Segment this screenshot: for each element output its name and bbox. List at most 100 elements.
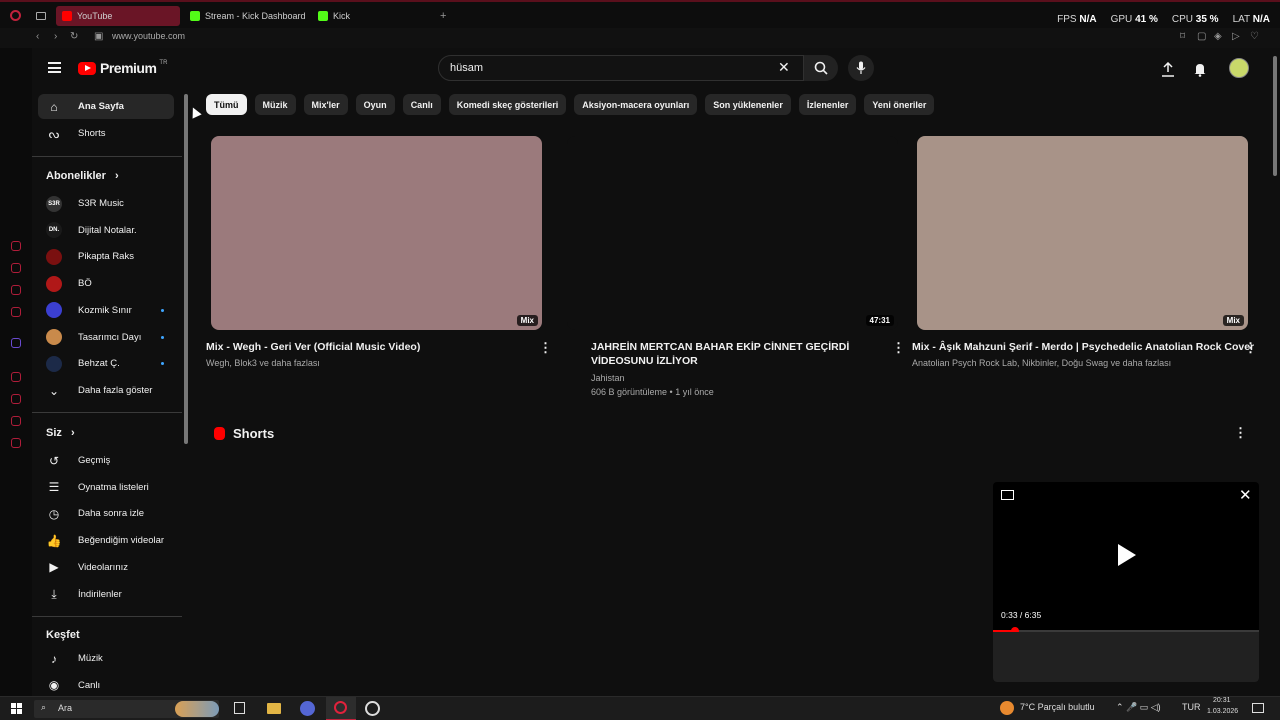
player-icon[interactable] [11,372,21,382]
tab-switcher-icon[interactable] [36,12,46,20]
video-more-icon[interactable]: ⋮ [539,341,552,354]
sidebar-subscription[interactable]: DN. Dijital Notalar. [38,218,174,243]
reload-icon[interactable]: ↻ [70,31,78,42]
windows-taskbar: ⌕ Ara 7°C Parçalı bulutlu ⌃ 🎤 ▭ ◁) TUR 2… [0,696,1280,720]
sidebar-item-playlist[interactable]: ☰ Oynatma listeleri [38,475,174,500]
video-thumbnail[interactable]: 47:31 [567,136,898,330]
clock-time[interactable]: 20:31 [1213,697,1231,704]
subscriptions-header[interactable]: Abonelikler › [46,170,119,182]
sidebar-item-shorts[interactable]: ᔓ Shorts [38,121,174,146]
snapshot-icon[interactable]: ▢ [1197,31,1206,42]
heart-icon[interactable]: ♡ [1250,31,1259,42]
sidebar-subscription[interactable]: BÖ [38,271,174,296]
bookmark-icon[interactable]: ⌑ [1180,31,1185,42]
sidebar-item-video[interactable]: ▶ Videolarınız [38,555,174,580]
search-box[interactable]: hüsam [438,55,804,81]
file-explorer-icon[interactable] [267,703,281,714]
settings-side-icon[interactable] [11,438,21,448]
play-icon[interactable]: ▷ [1232,31,1240,42]
new-tab-button[interactable]: + [440,10,446,22]
video-title[interactable]: JAHREİN MERTCAN BAHAR EKİP CİNNET GEÇİRD… [591,340,881,368]
miniplayer[interactable]: ✕ 0:33 / 6:35 [993,482,1259,682]
filter-chip[interactable]: Müzik [254,94,296,115]
video-more-icon[interactable]: ⋮ [892,341,905,354]
sidebar-subscription[interactable]: S3R S3R Music [38,191,174,216]
menu-icon[interactable] [48,62,61,73]
expand-miniplayer-icon[interactable] [1001,490,1014,500]
filter-chip[interactable]: Aksiyon-macera oyunları [574,94,698,115]
forward-icon[interactable]: › [54,31,57,42]
sidebar-item-home[interactable]: ⌂ Ana Sayfa [38,94,174,119]
filter-chip[interactable]: Canlı [402,94,441,115]
url-field[interactable]: www.youtube.com [112,31,185,41]
sidebar-divider [32,616,182,617]
sidebar-scrollbar[interactable] [184,94,188,444]
ai-icon[interactable] [11,241,21,251]
opera-gx-taskbar-icon[interactable] [326,697,356,720]
weather-text[interactable]: 7°C Parçalı bulutlu [1020,702,1095,712]
sidebar-subscription[interactable]: Behzat Ç. [38,351,174,376]
windows-start-icon[interactable] [11,703,22,714]
sidebar-item-clock[interactable]: ◷ Daha sonra izle [38,501,174,526]
video-more-icon[interactable]: ⋮ [1244,341,1257,354]
search-button[interactable] [804,55,838,81]
channel-name[interactable]: Jahistan [591,373,625,383]
twitch-icon[interactable] [11,338,21,348]
language-indicator[interactable]: TUR [1182,702,1201,712]
play-button[interactable] [1118,544,1136,566]
filter-chip[interactable]: Komedi skeç gösterileri [448,94,567,115]
show-more-button[interactable]: ⌄ Daha fazla göster [38,378,174,403]
close-miniplayer-icon[interactable]: ✕ [1239,486,1252,504]
clock-date[interactable]: 1.03.2026 [1207,708,1238,715]
filter-chip[interactable]: Yeni öneriler [864,94,935,115]
sidebar-subscription[interactable]: Tasarımcı Dayı [38,325,174,350]
video-title[interactable]: Mix - Wegh - Geri Ver (Official Music Vi… [206,340,551,354]
filter-chip[interactable]: Son yüklenenler [705,94,791,115]
notification-icon[interactable] [1252,703,1264,713]
tab-label: Kick [333,11,351,21]
account-avatar[interactable] [1229,58,1249,78]
video-thumbnail[interactable]: Mix [211,136,542,330]
history-side-icon[interactable] [11,394,21,404]
video-title[interactable]: Mix - Âşık Mahzuni Şerif - Merdo | Psych… [912,340,1257,354]
sidebar-item-download[interactable]: ⤓ İndirilenler [38,582,174,607]
downloads-side-icon[interactable] [11,416,21,426]
sidebar-item-history[interactable]: ↺ Geçmiş [38,448,174,473]
shorts-more-icon[interactable]: ⋮ [1234,426,1247,439]
sidebar-subscription[interactable]: Pikapta Raks [38,244,174,269]
video-thumbnail[interactable]: Mix [917,136,1248,330]
messenger-icon[interactable] [11,263,21,273]
youtube-premium-logo[interactable]: Premium TR [78,60,167,76]
channel-name[interactable]: Anatolian Psych Rock Lab, Nikbinler, Doğ… [912,358,1171,368]
search-input[interactable]: hüsam [450,62,483,74]
shield-icon[interactable]: ◈ [1214,31,1222,42]
back-icon[interactable]: ‹ [36,31,39,42]
sidebar-item-music[interactable]: ♪ Müzik [38,646,174,671]
system-tray-icons[interactable]: ⌃ 🎤 ▭ ◁) [1116,702,1161,713]
opera-logo-icon[interactable] [10,10,21,21]
page-scrollbar[interactable] [1270,48,1280,696]
sidebar-subscription[interactable]: Kozmik Sınır [38,298,174,323]
sidebar-item-like[interactable]: 👍 Beğendiğim videolar [38,528,174,553]
tab-youtube[interactable]: YouTube [56,6,180,26]
tab-kick-dashboard[interactable]: Stream - Kick Dashboard [184,6,308,26]
filter-chip[interactable]: İzlenenler [798,94,857,115]
explore-header[interactable]: Keşfet [46,629,80,641]
you-header[interactable]: Siz › [46,427,75,439]
voice-search-button[interactable] [848,55,874,81]
task-view-icon[interactable] [234,702,245,714]
filter-chip[interactable]: Oyun [355,94,395,115]
app-icon[interactable] [300,701,315,716]
channel-name[interactable]: Wegh, Blok3 ve daha fazlası [206,358,320,368]
instagram-icon[interactable] [11,307,21,317]
filter-chip[interactable]: Mix'ler [303,94,348,115]
upload-button[interactable] [1159,60,1177,78]
tab-kick[interactable]: Kick [312,6,436,26]
taskbar-search[interactable]: ⌕ Ara [34,700,219,718]
sidebar-item-live[interactable]: ◉ Canlı [38,673,174,698]
whatsapp-icon[interactable] [11,285,21,295]
notifications-button[interactable] [1191,60,1209,78]
clear-search-icon[interactable]: ✕ [778,60,790,74]
chrome-icon[interactable] [365,701,380,716]
filter-chip[interactable]: Tümü [206,94,247,115]
